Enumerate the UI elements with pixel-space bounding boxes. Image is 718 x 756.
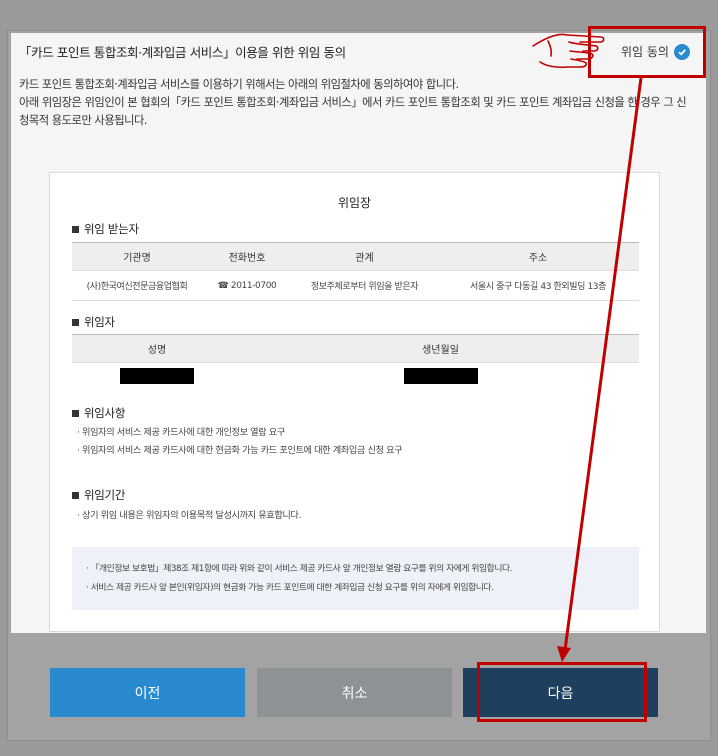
- section-matters-label: 위임사항: [84, 406, 126, 420]
- cancel-button[interactable]: 취소: [257, 668, 452, 717]
- section-period-label: 위임기간: [84, 488, 126, 502]
- section-matters-heading: 위임사항: [72, 405, 125, 421]
- section-principal-label: 위임자: [84, 315, 115, 329]
- square-bullet-icon: [72, 225, 79, 233]
- power-of-attorney-card: 위임장 위임 받는자 기관명 전화번호 관계 주소 (사)한국여신전문금융업협회…: [49, 172, 660, 632]
- description: 카드 포인트 통합조회·계좌입금 서비스를 이용하기 위해서는 아래의 위임절차…: [19, 76, 689, 130]
- col-header: 주소: [437, 242, 639, 271]
- table-cell: 정보주체로부터 위임을 받은자: [292, 270, 437, 301]
- card-title: 위임장: [337, 196, 372, 210]
- col-header: 전화번호: [202, 242, 292, 271]
- notice-line: · 「개인정보 보호법」제38조 제1항에 따라 위와 같이 서비스 제공 카드…: [86, 564, 512, 574]
- square-bullet-icon: [72, 318, 79, 326]
- matters-list: · 위임자의 서비스 제공 카드사에 대한 개인정보 열람 요구 · 위임자의 …: [77, 424, 403, 460]
- col-header: 성명: [72, 334, 242, 363]
- square-bullet-icon: [72, 409, 79, 417]
- delegate-table: 기관명 전화번호 관계 주소 (사)한국여신전문금융업협회 ☎ 2011-070…: [72, 242, 639, 301]
- table-header-row: 기관명 전화번호 관계 주소: [72, 242, 639, 271]
- col-header: 생년월일: [242, 334, 639, 363]
- redacted-name: [72, 363, 242, 393]
- section-period-heading: 위임기간: [72, 487, 125, 503]
- section-delegate-heading: 위임 받는자: [72, 221, 139, 237]
- notice-box: · 「개인정보 보호법」제38조 제1항에 따라 위와 같이 서비스 제공 카드…: [72, 547, 639, 610]
- section-principal-heading: 위임자: [72, 314, 115, 330]
- prev-button[interactable]: 이전: [50, 668, 245, 717]
- section-delegate-label: 위임 받는자: [84, 222, 139, 236]
- principal-table: 성명 생년월일: [72, 334, 639, 393]
- table-cell: (사)한국여신전문금융업협회: [72, 270, 202, 301]
- square-bullet-icon: [72, 491, 79, 499]
- col-header: 기관명: [72, 242, 202, 271]
- table-cell: ☎ 2011-0700: [202, 270, 292, 301]
- table-header-row: 성명 생년월일: [72, 334, 639, 363]
- table-row: (사)한국여신전문금융업협회 ☎ 2011-0700 정보주체로부터 위임을 받…: [72, 270, 639, 301]
- table-row: [72, 363, 639, 393]
- dialog-title: 「카드 포인트 통합조회·계좌입금 서비스」이용을 위한 위임 동의: [19, 45, 346, 60]
- col-header: 관계: [292, 242, 437, 271]
- list-item: · 위임자의 서비스 제공 카드사에 대한 현금화 가능 카드 포인트에 대한 …: [77, 445, 403, 456]
- description-line-1: 카드 포인트 통합조회·계좌입금 서비스를 이용하기 위해서는 아래의 위임절차…: [19, 78, 459, 91]
- notice-line: · 서비스 제공 카드사 앞 본인(위임자)의 현금화 가능 카드 포인트에 대…: [86, 583, 494, 593]
- agree-highlight-box: [588, 26, 706, 78]
- table-cell: 서울시 중구 다동길 43 한외빌딩 13층: [437, 270, 639, 301]
- redacted-birthdate: [242, 363, 639, 393]
- description-line-2: 아래 위임장은 위임인이 본 협회의「카드 포인트 통합조회·계좌입금 서비스」…: [19, 96, 687, 127]
- next-highlight-box: [477, 662, 647, 722]
- period-text: · 상기 위임 내용은 위임자의 이용목적 달성시까지 유효합니다.: [77, 510, 301, 521]
- list-item: · 위임자의 서비스 제공 카드사에 대한 개인정보 열람 요구: [77, 427, 285, 438]
